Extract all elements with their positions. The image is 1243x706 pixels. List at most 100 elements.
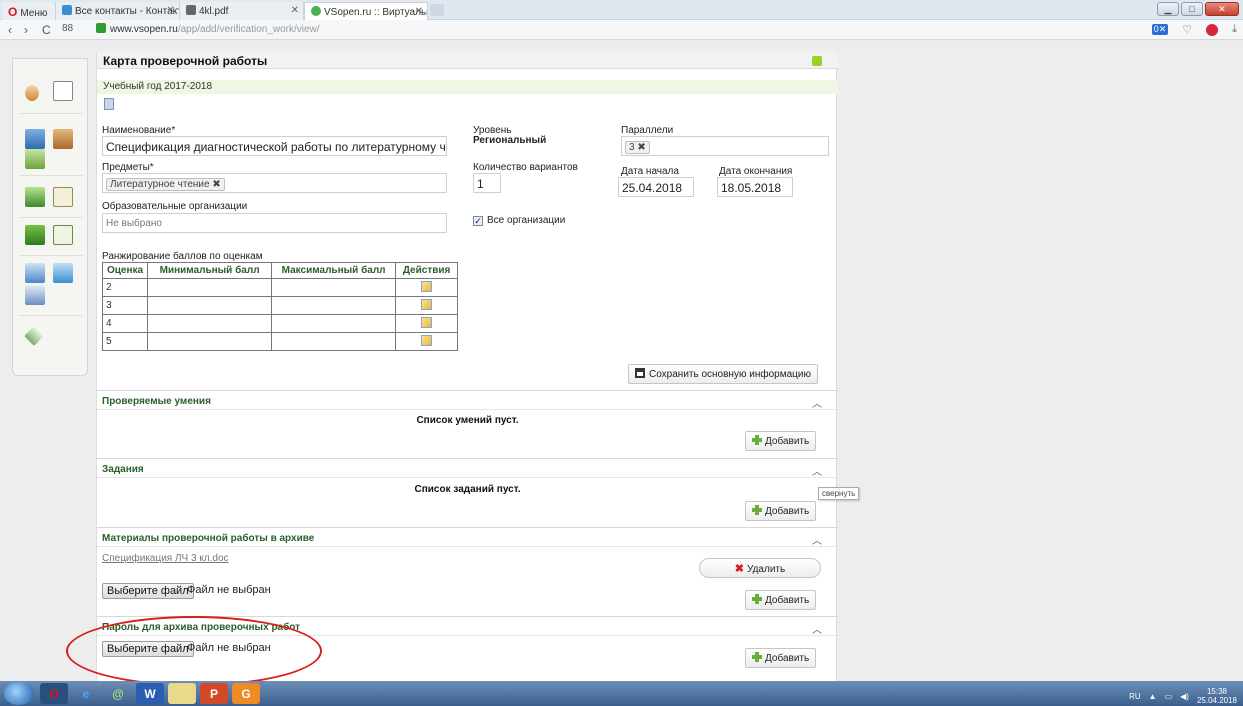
word-taskbar-icon[interactable]: W [136,683,164,704]
remove-chip-icon[interactable]: ✖ [212,179,220,190]
back-icon[interactable]: ‹ [8,23,12,37]
column-header: Действия [395,262,459,279]
tab-contacts[interactable]: Все контакты - Контакты ✕ [56,2,180,20]
edit-icon[interactable] [421,316,433,328]
ranking-table: Оценка Минимальный балл Максимальный бал… [101,262,459,351]
variants-input[interactable]: 1 [473,173,501,193]
minimize-icon[interactable]: ▁ [1157,2,1179,16]
group-icon[interactable] [25,129,45,149]
vpn-badge-icon[interactable]: 0✕ [1151,24,1169,35]
new-tab-button[interactable] [430,4,444,16]
all-organizations-checkbox[interactable]: ✓ [473,216,483,226]
add-task-button[interactable]: Добавить [745,501,817,521]
min-score-cell[interactable] [147,296,273,315]
school-year: Учебный год 2017-2018 [97,80,838,94]
tab-pdf[interactable]: 4kl.pdf ✕ [180,2,304,20]
monitor-icon[interactable] [53,263,73,283]
min-score-cell[interactable] [147,332,273,351]
all-organizations-label: Все организации [487,215,566,226]
start-button[interactable] [4,682,34,705]
chevron-up-icon[interactable]: ︿ [812,532,822,547]
skills-section-header[interactable]: Проверяемые умения ︿ [97,390,838,410]
edit-icon[interactable] [421,298,433,310]
url-field[interactable]: www.vsopen.ru/app/add/verification_work/… [96,23,320,35]
save-main-info-button[interactable]: Сохранить основную информацию [628,364,818,384]
end-date-input[interactable]: 18.05.2018 [717,177,793,197]
add-password-file-button[interactable]: Добавить [745,648,817,668]
archive-file-link[interactable]: Спецификация ЛЧ 3 кл.doc [102,553,229,564]
ranking-label: Ранжирование баллов по оценкам [102,251,263,262]
add-archive-file-button[interactable]: Добавить [745,590,817,610]
min-score-cell[interactable] [147,278,273,297]
delete-file-button[interactable]: ✖ Удалить [699,558,821,578]
parallels-input[interactable]: 3 ✖ [621,136,829,156]
mail-icon[interactable] [24,326,44,346]
clipboard-icon[interactable] [53,187,73,207]
site-icon [311,6,321,16]
add-skill-button[interactable]: Добавить [745,431,817,451]
explorer-taskbar-icon[interactable] [168,683,196,704]
volume-icon[interactable]: ◀) [1180,692,1189,701]
chevron-up-icon[interactable]: ︿ [812,463,822,478]
heart-icon[interactable]: ♡ [1182,23,1192,36]
forward-icon[interactable]: › [24,23,28,37]
user-add-icon[interactable] [25,85,39,101]
app-taskbar-icon[interactable]: G [232,683,260,704]
close-window-icon[interactable]: ✕ [1205,2,1239,16]
choose-file-button[interactable]: Выберите файл [102,583,194,599]
delete-icon: ✖ [734,563,745,575]
tasks-section-title: Задания [102,464,144,475]
classroom-icon[interactable] [53,129,73,149]
journal-icon[interactable] [25,225,45,245]
max-score-cell[interactable] [271,278,397,297]
reload-icon[interactable]: C [42,23,51,37]
close-icon[interactable]: ✕ [415,6,423,17]
archive-section-header[interactable]: Материалы проверочной работы в архиве ︿ [97,527,838,547]
start-date-input[interactable]: 25.04.2018 [618,177,694,197]
organizations-select[interactable]: Не выбрано [102,213,447,233]
mail-taskbar-icon[interactable]: @ [104,683,132,704]
calendar-icon[interactable] [25,149,45,169]
chevron-up-icon[interactable]: ︿ [812,621,822,636]
stats-icon[interactable] [25,263,45,283]
max-score-cell[interactable] [271,296,397,315]
documents-icon[interactable] [53,225,73,245]
table-row: 2 [101,278,459,297]
name-input[interactable]: Спецификация диагностической работы по л… [102,136,447,156]
close-icon[interactable]: ✕ [167,5,175,16]
download-icon[interactable]: ⤓ [1232,23,1237,36]
clock[interactable]: 15:38 25.04.2018 [1197,687,1237,705]
lock-icon [96,23,106,33]
remove-chip-icon[interactable]: ✖ [637,142,645,153]
column-header: Максимальный балл [271,262,397,279]
tab-menu[interactable]: O Меню [2,2,56,20]
users-icon[interactable] [53,81,73,101]
close-icon[interactable]: ✕ [291,5,299,16]
tasks-section-header[interactable]: Задания ︿ [97,458,838,478]
tray-arrow-icon[interactable]: ▲ [1149,692,1157,701]
min-score-cell[interactable] [147,314,273,333]
plus-icon [752,435,762,445]
maximize-icon[interactable]: □ [1181,2,1203,16]
collapse-tooltip: свернуть [818,487,860,500]
max-score-cell[interactable] [271,332,397,351]
edit-icon[interactable] [421,280,433,292]
opera-taskbar-icon[interactable]: O [40,683,68,704]
schedule-icon[interactable] [25,187,45,207]
report-icon[interactable] [25,285,45,305]
powerpoint-taskbar-icon[interactable]: P [200,683,228,704]
adblock-icon[interactable] [1206,23,1219,36]
grade-cell: 4 [101,314,149,333]
ie-taskbar-icon[interactable]: e [72,683,100,704]
tab-vsopen[interactable]: VSopen.ru :: Виртуальная✕ [304,2,428,20]
chevron-up-icon[interactable]: ︿ [812,395,822,410]
subjects-input[interactable]: Литературное чтение ✖ [102,173,447,193]
window-controls: ▁ □ ✕ [1157,2,1239,16]
language-indicator[interactable]: RU [1129,692,1141,701]
document-icon[interactable] [104,98,114,110]
speed-dial-icon[interactable]: 88 [62,23,73,34]
max-score-cell[interactable] [271,314,397,333]
edit-icon[interactable] [421,334,433,346]
network-icon[interactable]: ▭ [1165,692,1173,701]
file-icon [186,5,196,15]
